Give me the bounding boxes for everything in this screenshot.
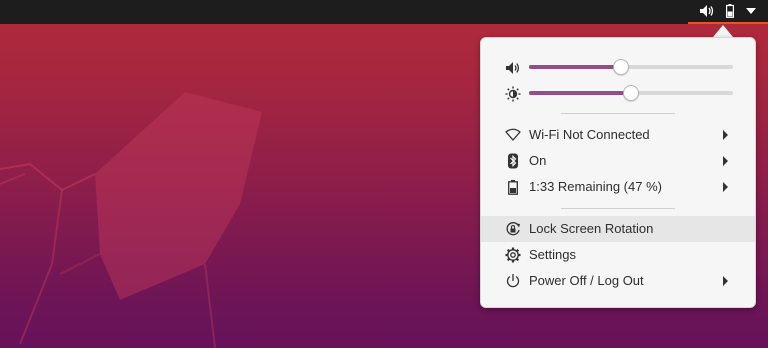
dropdown-triangle-icon[interactable] xyxy=(746,8,756,14)
bluetooth-icon xyxy=(505,153,521,169)
menu-item-lock-screen-rotation[interactable]: Lock Screen Rotation xyxy=(481,216,755,242)
volume-slider-fill xyxy=(529,65,621,69)
speaker-icon xyxy=(505,60,521,76)
lock-screen-rotation-label: Lock Screen Rotation xyxy=(529,221,654,236)
speaker-icon[interactable] xyxy=(700,5,714,17)
brightness-slider-row xyxy=(481,80,757,106)
menu-item-bluetooth[interactable]: On xyxy=(481,148,755,174)
menu-separator xyxy=(561,208,675,209)
submenu-arrow-icon xyxy=(723,130,728,140)
menu-item-settings[interactable]: Settings xyxy=(481,242,755,268)
wifi-status-label: Wi-Fi Not Connected xyxy=(529,127,650,142)
menu-item-battery[interactable]: 1:33 Remaining (47 %) xyxy=(481,174,755,200)
desktop-wallpaper-art xyxy=(0,92,262,348)
volume-slider-handle[interactable] xyxy=(612,59,629,75)
system-tray[interactable] xyxy=(688,0,768,24)
menu-item-wifi[interactable]: Wi-Fi Not Connected xyxy=(481,122,755,148)
brightness-slider-fill xyxy=(529,91,631,95)
menu-item-power[interactable]: Power Off / Log Out xyxy=(481,268,755,294)
settings-icon xyxy=(505,247,521,263)
submenu-arrow-icon xyxy=(723,156,728,166)
brightness-slider-handle[interactable] xyxy=(623,85,639,101)
bluetooth-status-label: On xyxy=(529,153,547,168)
system-menu: Wi-Fi Not Connected On 1:33 Remaining (4… xyxy=(480,37,756,308)
brightness-slider[interactable] xyxy=(529,85,733,101)
rotation-lock-icon xyxy=(505,221,521,237)
top-bar xyxy=(0,0,768,24)
settings-label: Settings xyxy=(529,247,576,262)
submenu-arrow-icon xyxy=(723,276,728,286)
menu-pointer xyxy=(713,25,733,37)
power-icon xyxy=(505,273,521,289)
power-off-label: Power Off / Log Out xyxy=(529,273,644,288)
menu-separator xyxy=(561,113,675,114)
battery-status-label: 1:33 Remaining (47 %) xyxy=(529,179,662,194)
battery-icon xyxy=(505,179,521,195)
brightness-icon xyxy=(505,86,521,102)
volume-slider[interactable] xyxy=(529,59,733,75)
volume-slider-row xyxy=(481,54,757,80)
battery-icon[interactable] xyxy=(726,4,734,18)
submenu-arrow-icon xyxy=(723,182,728,192)
wifi-icon xyxy=(505,127,521,143)
